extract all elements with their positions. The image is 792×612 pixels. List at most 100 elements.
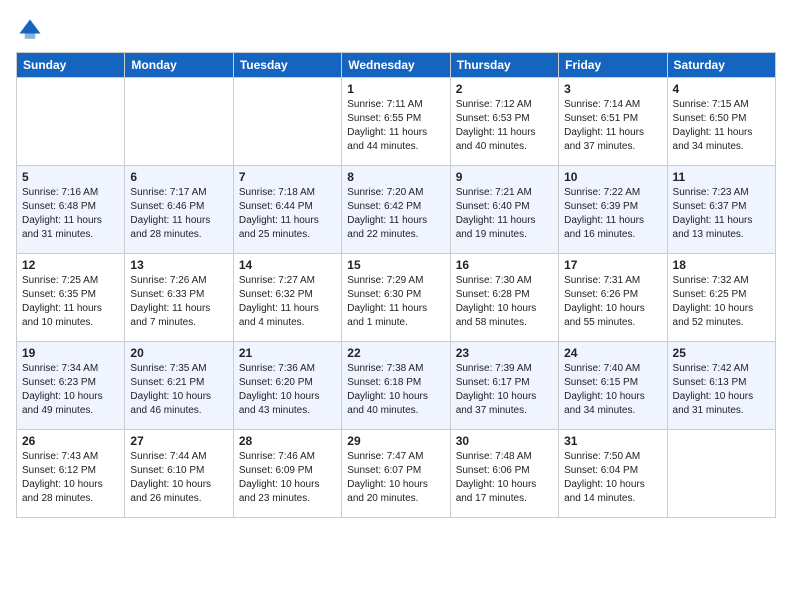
cell-content: Sunrise: 7:22 AMSunset: 6:39 PMDaylight:… (564, 186, 661, 242)
cell-content: Sunrise: 7:20 AMSunset: 6:42 PMDaylight:… (347, 186, 444, 242)
cell-content: Sunrise: 7:11 AMSunset: 6:55 PMDaylight:… (347, 98, 444, 154)
calendar-cell: 9Sunrise: 7:21 AMSunset: 6:40 PMDaylight… (450, 166, 558, 254)
cell-content: Sunrise: 7:27 AMSunset: 6:32 PMDaylight:… (239, 274, 336, 330)
calendar-cell: 22 Sunrise: 7:38 AMSunset: 6:18 PMDayligh… (342, 342, 450, 430)
date-number: 8 (347, 170, 444, 184)
date-number: 18 (673, 258, 770, 272)
date-number: 5 (22, 170, 119, 184)
date-number: 6 (130, 170, 227, 184)
date-number: 21 (239, 346, 336, 360)
cell-content: Sunrise: 7:42 AMSunset: 6:13 PMDaylight:… (673, 362, 770, 418)
week-row-4: 19 Sunrise: 7:34 AMSunset: 6:23 PMDayligh… (17, 342, 776, 430)
date-number: 17 (564, 258, 661, 272)
calendar-cell: 28Sunrise: 7:46 AMSunset: 6:09 PMDayligh… (233, 430, 341, 518)
cell-content: Sunrise: 7:47 AMSunset: 6:07 PMDaylight:… (347, 450, 444, 506)
date-number: 13 (130, 258, 227, 272)
calendar-cell: 12 Sunrise: 7:25 AMSunset: 6:35 PMDayligh… (17, 254, 125, 342)
cell-content: Sunrise: 7:14 AMSunset: 6:51 PMDaylight:… (564, 98, 661, 154)
week-row-5: 26 Sunrise: 7:43 AMSunset: 6:12 PMDayligh… (17, 430, 776, 518)
cell-content: Sunrise: 7:15 AMSunset: 6:50 PMDaylight:… (673, 98, 770, 154)
cell-content: Sunrise: 7:17 AMSunset: 6:46 PMDaylight:… (130, 186, 227, 242)
calendar-cell: 23 Sunrise: 7:39 AMSunset: 6:17 PMDayligh… (450, 342, 558, 430)
cell-content: Sunrise: 7:34 AMSunset: 6:23 PMDaylight:… (22, 362, 119, 418)
calendar-cell: 20Sunrise: 7:35 AMSunset: 6:21 PMDayligh… (125, 342, 233, 430)
calendar-cell: 27Sunrise: 7:44 AMSunset: 6:10 PMDayligh… (125, 430, 233, 518)
cell-content: Sunrise: 7:40 AMSunset: 6:15 PMDaylight:… (564, 362, 661, 418)
date-number: 19 (22, 346, 119, 360)
cell-content: Sunrise: 7:25 AMSunset: 6:35 PMDaylight:… (22, 274, 119, 330)
cell-content: Sunrise: 7:32 AMSunset: 6:25 PMDaylight:… (673, 274, 770, 330)
week-row-1: 1 Sunrise: 7:11 AMSunset: 6:55 PMDaylight… (17, 78, 776, 166)
date-number: 7 (239, 170, 336, 184)
day-header-thursday: Thursday (450, 53, 558, 78)
date-number: 10 (564, 170, 661, 184)
date-number: 23 (456, 346, 553, 360)
date-number: 24 (564, 346, 661, 360)
date-number: 2 (456, 82, 553, 96)
logo (16, 16, 48, 44)
logo-icon (16, 16, 44, 44)
cell-content: Sunrise: 7:12 AMSunset: 6:53 PMDaylight:… (456, 98, 553, 154)
calendar-body: 1 Sunrise: 7:11 AMSunset: 6:55 PMDaylight… (17, 78, 776, 518)
calendar-cell (667, 430, 775, 518)
date-number: 12 (22, 258, 119, 272)
day-header-monday: Monday (125, 53, 233, 78)
calendar-cell: 30 Sunrise: 7:48 AMSunset: 6:06 PMDayligh… (450, 430, 558, 518)
cell-content: Sunrise: 7:50 AMSunset: 6:04 PMDaylight:… (564, 450, 661, 506)
calendar-cell: 21 Sunrise: 7:36 AMSunset: 6:20 PMDayligh… (233, 342, 341, 430)
day-header-tuesday: Tuesday (233, 53, 341, 78)
calendar-cell: 15 Sunrise: 7:29 AMSunset: 6:30 PMDayligh… (342, 254, 450, 342)
calendar-cell: 6 Sunrise: 7:17 AMSunset: 6:46 PMDaylight… (125, 166, 233, 254)
calendar-cell: 5 Sunrise: 7:16 AMSunset: 6:48 PMDaylight… (17, 166, 125, 254)
calendar-cell: 2 Sunrise: 7:12 AMSunset: 6:53 PMDaylight… (450, 78, 558, 166)
day-header-wednesday: Wednesday (342, 53, 450, 78)
calendar-cell: 8 Sunrise: 7:20 AMSunset: 6:42 PMDaylight… (342, 166, 450, 254)
date-number: 4 (673, 82, 770, 96)
day-header-saturday: Saturday (667, 53, 775, 78)
calendar-cell: 25 Sunrise: 7:42 AMSunset: 6:13 PMDayligh… (667, 342, 775, 430)
date-number: 15 (347, 258, 444, 272)
cell-content: Sunrise: 7:44 AMSunset: 6:10 PMDaylight:… (130, 450, 227, 506)
calendar-cell: 11 Sunrise: 7:23 AMSunset: 6:37 PMDayligh… (667, 166, 775, 254)
calendar-cell: 16Sunrise: 7:30 AMSunset: 6:28 PMDayligh… (450, 254, 558, 342)
cell-content: Sunrise: 7:39 AMSunset: 6:17 PMDaylight:… (456, 362, 553, 418)
week-row-3: 12 Sunrise: 7:25 AMSunset: 6:35 PMDayligh… (17, 254, 776, 342)
cell-content: Sunrise: 7:38 AMSunset: 6:18 PMDaylight:… (347, 362, 444, 418)
cell-content: Sunrise: 7:46 AMSunset: 6:09 PMDaylight:… (239, 450, 336, 506)
calendar-cell: 18 Sunrise: 7:32 AMSunset: 6:25 PMDayligh… (667, 254, 775, 342)
calendar-cell: 13 Sunrise: 7:26 AMSunset: 6:33 PMDayligh… (125, 254, 233, 342)
date-number: 31 (564, 434, 661, 448)
cell-content: Sunrise: 7:29 AMSunset: 6:30 PMDaylight:… (347, 274, 444, 330)
calendar-cell: 4 Sunrise: 7:15 AMSunset: 6:50 PMDaylight… (667, 78, 775, 166)
calendar-cell: 1 Sunrise: 7:11 AMSunset: 6:55 PMDaylight… (342, 78, 450, 166)
week-row-2: 5 Sunrise: 7:16 AMSunset: 6:48 PMDaylight… (17, 166, 776, 254)
cell-content: Sunrise: 7:48 AMSunset: 6:06 PMDaylight:… (456, 450, 553, 506)
day-header-row: SundayMondayTuesdayWednesdayThursdayFrid… (17, 53, 776, 78)
calendar-cell: 24 Sunrise: 7:40 AMSunset: 6:15 PMDayligh… (559, 342, 667, 430)
cell-content: Sunrise: 7:26 AMSunset: 6:33 PMDaylight:… (130, 274, 227, 330)
cell-content: Sunrise: 7:43 AMSunset: 6:12 PMDaylight:… (22, 450, 119, 506)
calendar-cell: 26 Sunrise: 7:43 AMSunset: 6:12 PMDayligh… (17, 430, 125, 518)
calendar-table: SundayMondayTuesdayWednesdayThursdayFrid… (16, 52, 776, 518)
cell-content: Sunrise: 7:36 AMSunset: 6:20 PMDaylight:… (239, 362, 336, 418)
date-number: 25 (673, 346, 770, 360)
day-header-sunday: Sunday (17, 53, 125, 78)
cell-content: Sunrise: 7:30 AMSunset: 6:28 PMDaylight:… (456, 274, 553, 330)
date-number: 29 (347, 434, 444, 448)
cell-content: Sunrise: 7:21 AMSunset: 6:40 PMDaylight:… (456, 186, 553, 242)
calendar-cell (17, 78, 125, 166)
date-number: 11 (673, 170, 770, 184)
date-number: 3 (564, 82, 661, 96)
calendar-cell: 10 Sunrise: 7:22 AMSunset: 6:39 PMDayligh… (559, 166, 667, 254)
cell-content: Sunrise: 7:16 AMSunset: 6:48 PMDaylight:… (22, 186, 119, 242)
calendar-cell: 31 Sunrise: 7:50 AMSunset: 6:04 PMDayligh… (559, 430, 667, 518)
date-number: 22 (347, 346, 444, 360)
calendar-cell: 29 Sunrise: 7:47 AMSunset: 6:07 PMDayligh… (342, 430, 450, 518)
cell-content: Sunrise: 7:23 AMSunset: 6:37 PMDaylight:… (673, 186, 770, 242)
date-number: 1 (347, 82, 444, 96)
date-number: 26 (22, 434, 119, 448)
date-number: 30 (456, 434, 553, 448)
calendar-cell (125, 78, 233, 166)
calendar-cell: 19 Sunrise: 7:34 AMSunset: 6:23 PMDayligh… (17, 342, 125, 430)
day-header-friday: Friday (559, 53, 667, 78)
